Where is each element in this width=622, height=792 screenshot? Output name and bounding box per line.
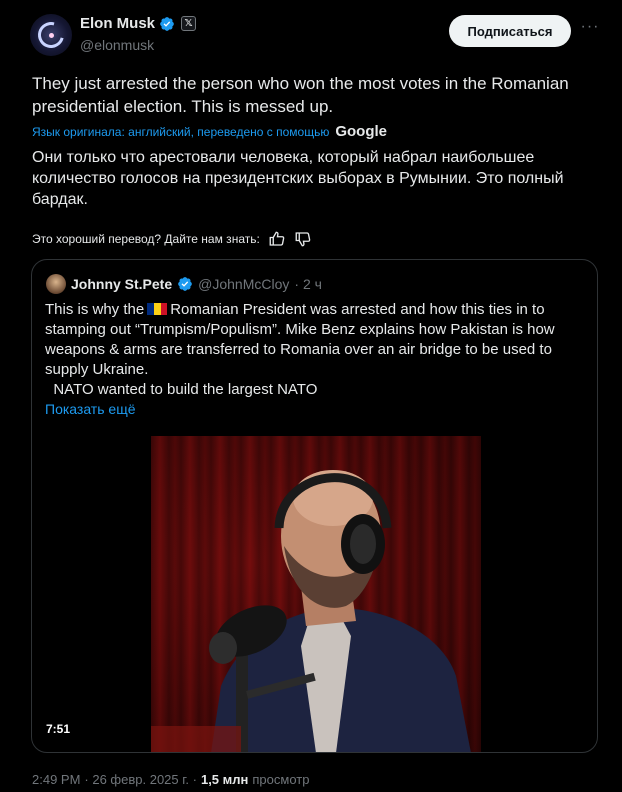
quote-author-name: Johnny St.Pete (71, 276, 173, 292)
feedback-prompt: Это хороший перевод? Дайте нам знать: (32, 232, 260, 246)
more-options-icon[interactable]: ··· (580, 19, 600, 40)
verified-badge-icon (160, 16, 174, 31)
translation-feedback: Это хороший перевод? Дайте нам знать: (32, 230, 312, 248)
avatar-dot (49, 33, 54, 38)
quote-author-avatar (46, 274, 66, 294)
follow-button[interactable]: Подписаться (449, 15, 571, 47)
quote-text-line2: NATO wanted to build the largest NATO (53, 381, 318, 398)
tweet-header: Elon Musk 𝕏 @elonmusk Подписаться ··· (0, 0, 622, 70)
flag-stripe-yellow (153, 303, 161, 315)
thumbs-down-icon[interactable] (294, 230, 312, 248)
author-name[interactable]: Elon Musk (80, 15, 155, 32)
quote-age: · 2 ч (294, 276, 322, 292)
tweet-text: They just arrested the person who won th… (32, 74, 569, 116)
view-count: 1,5 млн (200, 772, 249, 787)
tweet-time[interactable]: 2:49 PM (32, 772, 80, 787)
translation-note-text[interactable]: Язык оригинала: английский, переведено с… (32, 125, 329, 139)
flag-stripe-red (160, 303, 168, 315)
quote-author-handle: @JohnMcCloy (198, 276, 290, 292)
video-player[interactable] (151, 436, 481, 752)
translated-text: Они только что арестовали человека, кото… (32, 149, 564, 208)
tweet-metadata: 2:49 PM · 26 февр. 2025 г. · 1,5 млн про… (32, 772, 309, 787)
flag-stripe-blue (147, 303, 154, 315)
google-logo: Google (335, 123, 388, 140)
view-label: просмотр (252, 772, 310, 787)
thumbs-up-icon[interactable] (268, 230, 286, 248)
author-name-row: Elon Musk 𝕏 (80, 15, 197, 32)
translation-note: Язык оригинала: английский, переведено с… (32, 123, 387, 140)
author-avatar[interactable] (30, 14, 72, 56)
quote-header: Johnny St.Pete @JohnMcCloy · 2 ч (46, 274, 322, 294)
quoted-tweet[interactable]: Johnny St.Pete @JohnMcCloy · 2 ч This is… (31, 259, 598, 753)
author-handle[interactable]: @elonmusk (80, 37, 154, 53)
romania-flag-icon (147, 301, 168, 315)
quote-text-part1: This is why the (45, 301, 145, 318)
video-duration: 7:51 (46, 722, 71, 736)
show-more-link[interactable]: Показать ещё (45, 401, 136, 417)
video-thumbnail (151, 470, 471, 752)
tweet-date[interactable]: · 26 февр. 2025 г. · (84, 772, 197, 787)
x-affiliate-badge: 𝕏 (181, 16, 197, 31)
quote-verified-badge-icon (178, 277, 192, 291)
quote-text: This is why the Romanian President was ar… (45, 300, 585, 400)
